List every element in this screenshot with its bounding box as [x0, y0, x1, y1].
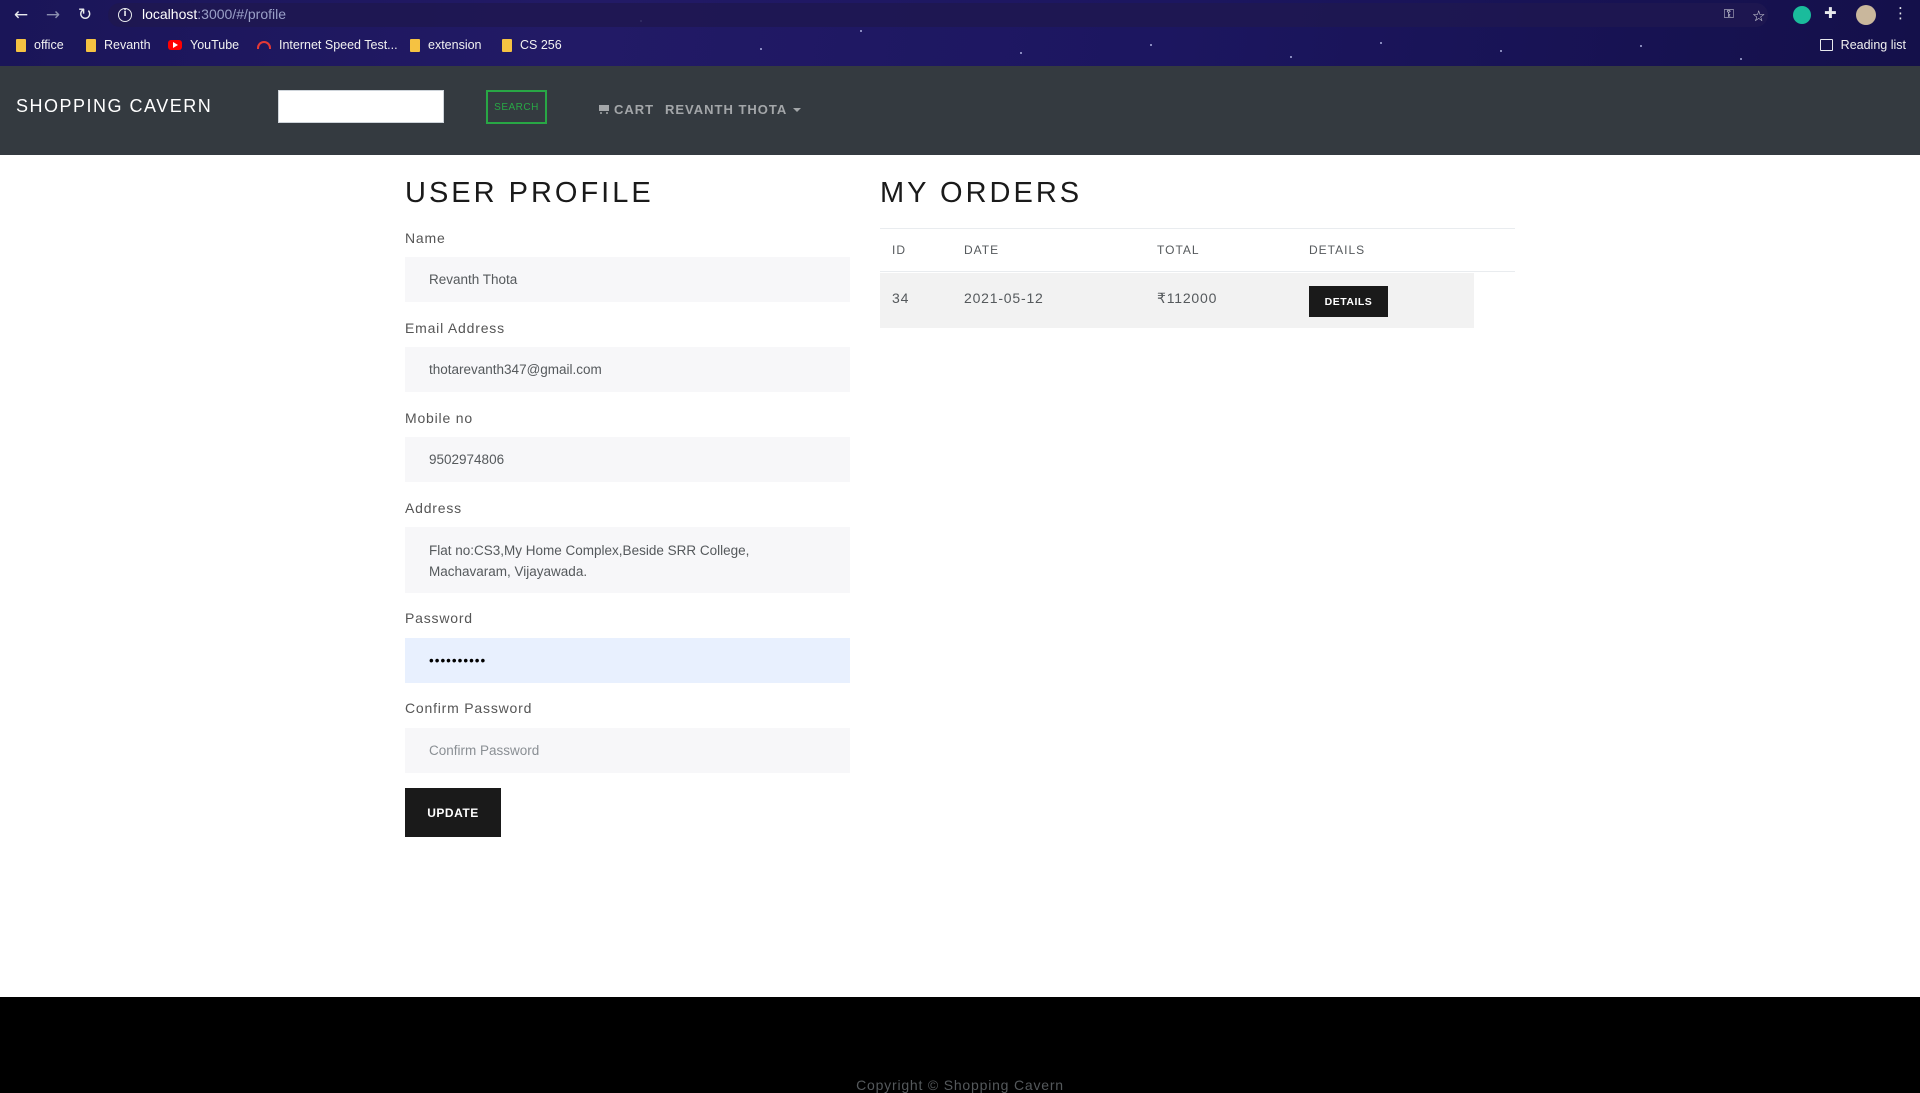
reload-icon[interactable]: ↻ — [75, 5, 95, 25]
column-header-total: TOTAL — [1157, 243, 1200, 257]
background-star — [860, 30, 862, 32]
avatar[interactable] — [1856, 5, 1876, 25]
bookmark-label: office — [34, 38, 64, 52]
bookmark-extension[interactable]: extension — [410, 38, 482, 52]
order-id: 34 — [892, 290, 910, 306]
bookmark-label: Internet Speed Test... — [279, 38, 398, 52]
url-path: :3000/#/profile — [197, 6, 286, 22]
password-label: Password — [405, 610, 473, 626]
email-label: Email Address — [405, 320, 505, 336]
brand-logo[interactable]: SHOPPING CAVERN — [16, 96, 212, 117]
url-text[interactable]: localhost:3000/#/profile — [142, 6, 286, 22]
address-field[interactable]: Flat no:CS3,My Home Complex,Beside SRR C… — [405, 527, 850, 593]
cart-link[interactable]: CART — [597, 102, 654, 117]
site-info-icon[interactable]: i — [118, 8, 132, 22]
folder-icon — [16, 38, 26, 52]
footer-copyright: Copyright © Shopping Cavern — [856, 1077, 1064, 1093]
column-header-id: ID — [892, 243, 906, 257]
table-header: ID DATE TOTAL DETAILS — [880, 228, 1515, 272]
browser-chrome: ← → ↻ i localhost:3000/#/profile ⚿ ☆ ✚ ⋮… — [0, 0, 1920, 66]
extensions-icon[interactable]: ✚ — [1824, 4, 1837, 22]
url-host: localhost — [142, 6, 198, 22]
search-button[interactable]: SEARCH — [486, 90, 547, 124]
email-field[interactable] — [405, 347, 850, 392]
order-total: ₹112000 — [1157, 290, 1218, 306]
bookmark-youtube[interactable]: YouTube — [168, 38, 239, 52]
update-button[interactable]: UPDATE — [405, 788, 501, 837]
back-icon[interactable]: ← — [11, 5, 31, 25]
background-star — [1740, 58, 1742, 60]
user-menu-dropdown[interactable]: REVANTH THOTA — [665, 102, 802, 117]
bookmark-label: Revanth — [104, 38, 151, 52]
bookmark-label: CS 256 — [520, 38, 562, 52]
order-date: 2021-05-12 — [964, 290, 1044, 306]
profile-title: USER PROFILE — [405, 177, 654, 209]
bookmarks-bar: office Revanth YouTube Internet Speed Te… — [0, 36, 1920, 58]
bookmark-label: extension — [428, 38, 482, 52]
speedometer-icon — [257, 41, 271, 49]
address-row: ← → ↻ i localhost:3000/#/profile ⚿ ☆ ✚ ⋮ — [0, 0, 1920, 30]
name-field[interactable] — [405, 257, 850, 302]
bookmark-office[interactable]: office — [16, 38, 64, 52]
mobile-label: Mobile no — [405, 410, 473, 426]
table-row: 34 2021-05-12 ₹112000 DETAILS — [880, 273, 1474, 328]
folder-icon — [86, 38, 96, 52]
reading-list-label: Reading list — [1840, 38, 1906, 52]
details-button[interactable]: DETAILS — [1309, 286, 1388, 317]
youtube-icon — [168, 40, 182, 50]
cart-icon — [597, 104, 611, 115]
mobile-field[interactable] — [405, 437, 850, 482]
column-header-details: DETAILS — [1309, 243, 1366, 257]
star-bookmark-icon[interactable]: ☆ — [1752, 7, 1765, 25]
folder-icon — [502, 38, 512, 52]
search-input[interactable] — [278, 90, 444, 123]
orders-title: MY ORDERS — [880, 177, 1083, 209]
address-bar[interactable]: i localhost:3000/#/profile ⚿ ☆ — [108, 3, 1768, 27]
user-menu-label: REVANTH THOTA — [665, 102, 788, 117]
name-label: Name — [405, 230, 446, 246]
grammarly-icon[interactable] — [1793, 6, 1811, 24]
reading-list-button[interactable]: Reading list — [1819, 38, 1906, 52]
page-body: USER PROFILE Name Email Address Mobile n… — [0, 155, 1920, 1093]
bookmark-speedtest[interactable]: Internet Speed Test... — [257, 38, 398, 52]
column-header-date: DATE — [964, 243, 1000, 257]
menu-kebab-icon[interactable]: ⋮ — [1893, 4, 1908, 22]
address-label: Address — [405, 500, 462, 516]
forward-icon[interactable]: → — [43, 5, 63, 25]
bookmark-label: YouTube — [190, 38, 240, 52]
cart-label: CART — [614, 102, 655, 117]
app-navbar: SHOPPING CAVERN SEARCH CART REVANTH THOT… — [0, 66, 1920, 155]
key-icon[interactable]: ⚿ — [1724, 7, 1734, 22]
reading-list-icon — [1819, 39, 1833, 51]
folder-icon — [410, 38, 420, 52]
confirm-password-label: Confirm Password — [405, 700, 533, 716]
chevron-down-icon — [793, 107, 802, 112]
bookmark-cs256[interactable]: CS 256 — [502, 38, 562, 52]
bookmark-revanth[interactable]: Revanth — [86, 38, 151, 52]
password-field[interactable] — [405, 638, 850, 683]
confirm-password-field[interactable] — [405, 728, 850, 773]
